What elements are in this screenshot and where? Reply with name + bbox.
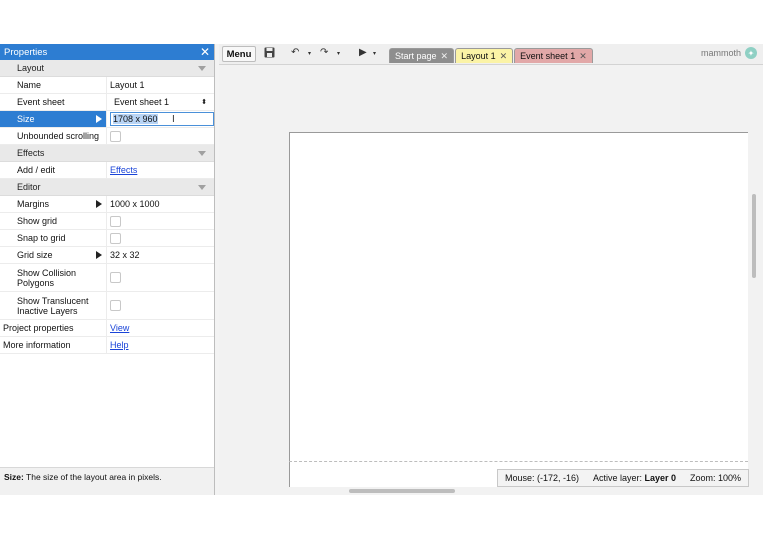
event-sheet-select[interactable]: Event sheet 1 ⬍	[110, 96, 210, 109]
tab-event-sheet-1[interactable]: Event sheet 1 ✕	[514, 48, 593, 63]
active-layer: Active layer: Layer 0	[592, 473, 677, 483]
show-grid-checkbox[interactable]	[110, 215, 121, 227]
horizontal-scrollbar[interactable]	[349, 489, 455, 493]
view-link[interactable]: View	[110, 323, 129, 333]
prop-row-name[interactable]: Name Layout 1	[0, 77, 214, 94]
prop-row-add-edit[interactable]: Add / edit Effects	[0, 162, 214, 179]
brand: mammoth ✦	[701, 47, 757, 59]
category-layout[interactable]: Layout	[0, 60, 214, 77]
prop-row-snap-to-grid[interactable]: Snap to grid	[0, 230, 214, 247]
prop-row-unbounded-scrolling[interactable]: Unbounded scrolling	[0, 128, 214, 145]
prop-row-show-collision-polygons[interactable]: Show Collision Polygons	[0, 264, 214, 292]
construct-editor: Properties ✕ Layout Name Layout 1 Event …	[0, 44, 763, 495]
collapse-icon[interactable]	[198, 65, 206, 71]
toolbar: Menu ↶ ▾ ↷ ▾ ▶ ▾ Start page ✕ Layout 1 ✕	[219, 44, 763, 65]
margins-field[interactable]: 1000 x 1000	[107, 196, 214, 212]
snap-to-grid-checkbox[interactable]	[110, 232, 121, 244]
category-effects[interactable]: Effects	[0, 145, 214, 162]
show-collision-polygons-checkbox[interactable]	[110, 272, 121, 283]
close-icon[interactable]: ✕	[200, 46, 210, 58]
text-cursor-icon: I	[172, 114, 175, 125]
tab-layout-1[interactable]: Layout 1 ✕	[455, 48, 514, 63]
expand-arrow-icon[interactable]	[96, 251, 102, 259]
close-tab-icon[interactable]: ✕	[441, 51, 449, 62]
redo-icon[interactable]: ↷	[320, 47, 328, 58]
vertical-scrollbar[interactable]	[752, 194, 756, 278]
play-dropdown-icon[interactable]: ▾	[373, 50, 376, 57]
name-field[interactable]: Layout 1	[107, 77, 214, 93]
effects-link[interactable]: Effects	[110, 165, 137, 175]
redo-dropdown-icon[interactable]: ▾	[337, 50, 340, 57]
play-icon[interactable]: ▶	[359, 47, 367, 58]
property-description: Size: The size of the layout area in pix…	[0, 467, 214, 495]
close-tab-icon[interactable]: ✕	[500, 51, 508, 62]
prop-row-grid-size[interactable]: Grid size 32 x 32	[0, 247, 214, 264]
collapse-icon[interactable]	[198, 184, 206, 190]
layout-canvas[interactable]	[289, 132, 748, 487]
prop-row-more-information[interactable]: More information Help	[0, 337, 214, 354]
prop-row-show-grid[interactable]: Show grid	[0, 213, 214, 230]
properties-titlebar: Properties ✕	[0, 44, 214, 60]
menu-button[interactable]: Menu	[222, 46, 256, 62]
prop-row-event-sheet[interactable]: Event sheet Event sheet 1 ⬍	[0, 94, 214, 111]
expand-arrow-icon[interactable]	[96, 115, 102, 123]
undo-dropdown-icon[interactable]: ▾	[308, 50, 311, 57]
show-translucent-inactive-layers-checkbox[interactable]	[110, 300, 121, 311]
prop-row-margins[interactable]: Margins 1000 x 1000	[0, 196, 214, 213]
zoom-level: Zoom: 100%	[689, 473, 741, 483]
layout-view: Menu ↶ ▾ ↷ ▾ ▶ ▾ Start page ✕ Layout 1 ✕	[219, 44, 763, 495]
unbounded-scrolling-checkbox[interactable]	[110, 130, 121, 142]
help-link[interactable]: Help	[110, 340, 129, 350]
grid-size-field[interactable]: 32 x 32	[107, 247, 214, 263]
tab-start-page[interactable]: Start page ✕	[389, 48, 455, 63]
collapse-icon[interactable]	[198, 150, 206, 156]
brand-name: mammoth	[700, 48, 741, 58]
brand-logo-icon: ✦	[745, 47, 757, 59]
select-arrows-icon: ⬍	[201, 99, 207, 106]
expand-arrow-icon[interactable]	[96, 200, 102, 208]
prop-row-show-translucent-inactive-layers[interactable]: Show Translucent Inactive Layers	[0, 292, 214, 320]
save-icon[interactable]	[264, 47, 275, 61]
undo-icon[interactable]: ↶	[291, 47, 299, 58]
prop-row-size[interactable]: Size 1708 x 960 I	[0, 111, 214, 128]
tab-strip: Start page ✕ Layout 1 ✕ Event sheet 1 ✕	[389, 48, 594, 63]
layout-boundary	[289, 461, 748, 462]
prop-row-project-properties[interactable]: Project properties View	[0, 320, 214, 337]
properties-panel: Properties ✕ Layout Name Layout 1 Event …	[0, 44, 215, 495]
category-editor[interactable]: Editor	[0, 179, 214, 196]
mouse-position: Mouse: (-172, -16)	[504, 473, 579, 483]
properties-title: Properties	[4, 46, 48, 58]
size-input[interactable]: 1708 x 960	[110, 112, 214, 126]
editor-statusbar: Mouse: (-172, -16) Active layer: Layer 0…	[497, 469, 749, 487]
close-tab-icon[interactable]: ✕	[579, 51, 587, 62]
